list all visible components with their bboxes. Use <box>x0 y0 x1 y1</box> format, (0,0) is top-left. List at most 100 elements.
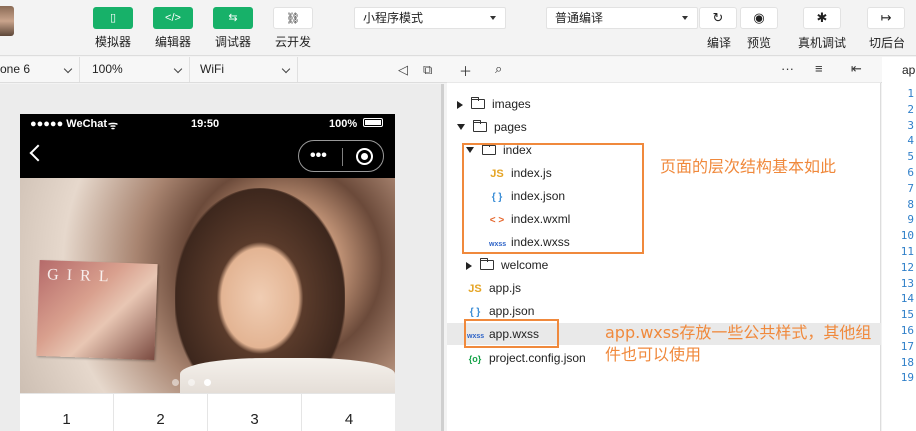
indicator-dot[interactable] <box>172 379 179 386</box>
popout-icon[interactable]: ⧉ <box>423 62 432 78</box>
preview-button[interactable]: ◉ <box>740 7 778 29</box>
background-button[interactable]: ↦ <box>867 7 905 29</box>
cloud-dev-button[interactable]: ⛓ 云开发 <box>273 7 313 50</box>
annotation-note-wxss-line1: app.wxss存放一些公共样式，其他组 <box>605 323 872 342</box>
zoom-select-value: 100% <box>92 62 123 76</box>
line-number: 14 <box>900 292 914 306</box>
mode-select-value: 小程序模式 <box>363 11 424 25</box>
editor-toggle[interactable]: </> 编辑器 <box>153 7 193 50</box>
line-number: 5 <box>907 150 914 164</box>
simulator-panel: ●●●●● WeChat ᯤ 19:50 100% ••• GIRL 1 2 3… <box>0 84 444 431</box>
line-number: 10 <box>900 229 914 243</box>
grid-cell[interactable]: 4 <box>302 394 395 431</box>
tree-folder-images[interactable]: images <box>457 93 531 115</box>
top-toolbar: ▯ 模拟器 </> 编辑器 ⇆ 调试器 ⛓ 云开发 小程序模式 普通编译 ↻ ◉… <box>0 0 916 56</box>
line-number: 17 <box>900 339 914 353</box>
line-number: 15 <box>900 308 914 322</box>
line-number: 4 <box>907 134 914 148</box>
add-icon[interactable]: ＋ <box>459 61 472 80</box>
file-tree-toolbar: ＋ ⌕ ··· ≡ ⇤ <box>447 57 881 83</box>
nav-bar: ••• <box>20 134 395 178</box>
banner-swiper[interactable]: GIRL <box>20 178 395 393</box>
line-number: 9 <box>907 213 914 227</box>
line-number: 2 <box>907 102 914 116</box>
link-icon: ⛓ <box>273 7 313 29</box>
device-debug-label: 真机调试 <box>798 36 847 50</box>
compile-button[interactable]: ↻ <box>699 7 737 29</box>
tree-item-label: project.config.json <box>489 351 586 365</box>
compile-select[interactable]: 普通编译 <box>546 7 698 29</box>
expand-arrow-icon <box>457 101 463 109</box>
device-select-value: one 6 <box>0 62 31 76</box>
clock-label: 19:50 <box>191 118 220 130</box>
battery-icon <box>363 118 383 127</box>
swiper-indicator[interactable] <box>172 375 220 389</box>
chevron-down-icon <box>173 64 183 74</box>
capsule-menu[interactable]: ••• <box>298 140 384 172</box>
code-icon: </> <box>153 7 193 29</box>
search-icon[interactable]: ⌕ <box>495 61 502 77</box>
battery-label: 100% <box>329 118 358 130</box>
status-bar: ●●●●● WeChat ᯤ 19:50 100% <box>20 114 395 134</box>
file-tree-panel: ＋ ⌕ ··· ≡ ⇤ images pages index JS index.j… <box>447 57 881 431</box>
bug-icon: ✱ <box>816 10 828 25</box>
tree-folder-welcome[interactable]: welcome <box>466 254 548 276</box>
simulator-toggle[interactable]: ▯ 模拟器 <box>93 7 133 50</box>
more-icon[interactable]: ··· <box>781 61 794 76</box>
grid-cell[interactable]: 2 <box>114 394 208 431</box>
device-select[interactable]: one 6 <box>0 57 80 82</box>
line-number: 3 <box>907 118 914 132</box>
line-number-gutter: 1 2 3 4 5 6 7 8 9 10 11 12 13 14 15 16 17 18 19 <box>882 86 916 386</box>
config-file-icon: {o} <box>468 354 482 364</box>
more-icon[interactable]: ••• <box>310 148 327 164</box>
editor-label: 编辑器 <box>154 35 191 49</box>
caret-down-icon <box>490 16 496 20</box>
avatar[interactable] <box>0 6 14 36</box>
carrier-label: ●●●●● WeChat <box>30 118 108 130</box>
line-number: 19 <box>900 371 914 385</box>
phone-screen: ●●●●● WeChat ᯤ 19:50 100% ••• GIRL 1 2 3… <box>20 114 395 431</box>
network-select-value: WiFi <box>200 62 224 76</box>
line-number: 1 <box>907 87 914 100</box>
js-file-icon: JS <box>468 283 482 295</box>
tree-file-app-js[interactable]: JS app.js <box>467 277 521 299</box>
mode-select[interactable]: 小程序模式 <box>354 7 506 29</box>
tree-folder-pages[interactable]: pages <box>457 116 527 138</box>
folder-open-icon <box>473 120 487 132</box>
collapse-icon[interactable]: ≡ <box>815 61 823 76</box>
volume-icon[interactable]: ◁ <box>398 62 408 78</box>
line-number: 18 <box>900 355 914 369</box>
grid-cell[interactable]: 1 <box>20 394 114 431</box>
chevron-down-icon <box>281 64 291 74</box>
sliders-icon: ⇆ <box>213 7 253 29</box>
zoom-select[interactable]: 100% <box>86 57 190 82</box>
grid-cell[interactable]: 3 <box>208 394 302 431</box>
collapse-arrow-icon <box>457 124 465 130</box>
wifi-icon: ᯤ <box>108 120 119 132</box>
close-circle-icon[interactable] <box>356 148 373 165</box>
annotation-note-structure: 页面的层次结构基本如此 <box>660 157 837 176</box>
debugger-toggle[interactable]: ⇆ 调试器 <box>213 7 253 50</box>
annotation-box-app-wxss <box>464 319 559 348</box>
tree-item-label: app.js <box>489 281 522 295</box>
line-number: 7 <box>907 181 914 195</box>
line-number: 16 <box>900 323 914 337</box>
indicator-dot[interactable] <box>188 379 195 386</box>
annotation-note-wxss-line2: 件也可以使用 <box>605 345 702 364</box>
held-photo: GIRL <box>36 259 158 361</box>
split-icon[interactable]: ⇤ <box>851 61 862 77</box>
tree-file-project-config[interactable]: {o} project.config.json <box>467 347 586 369</box>
line-number: 12 <box>900 260 914 274</box>
cloud-dev-label: 云开发 <box>274 35 311 49</box>
compile-select-value: 普通编译 <box>555 11 604 25</box>
tree-item-label: images <box>492 97 531 111</box>
code-editor[interactable]: app 12345678910111213141516171819 <box>882 57 916 431</box>
line-number: 13 <box>900 276 914 290</box>
network-select[interactable]: WiFi <box>194 57 298 82</box>
editor-tab[interactable]: app <box>902 63 916 77</box>
simulator-label: 模拟器 <box>94 35 131 49</box>
device-debug-button[interactable]: ✱ <box>803 7 841 29</box>
back-arrow-icon[interactable] <box>29 144 47 162</box>
tree-item-label: app.json <box>489 304 535 318</box>
indicator-dot-active[interactable] <box>204 379 211 386</box>
